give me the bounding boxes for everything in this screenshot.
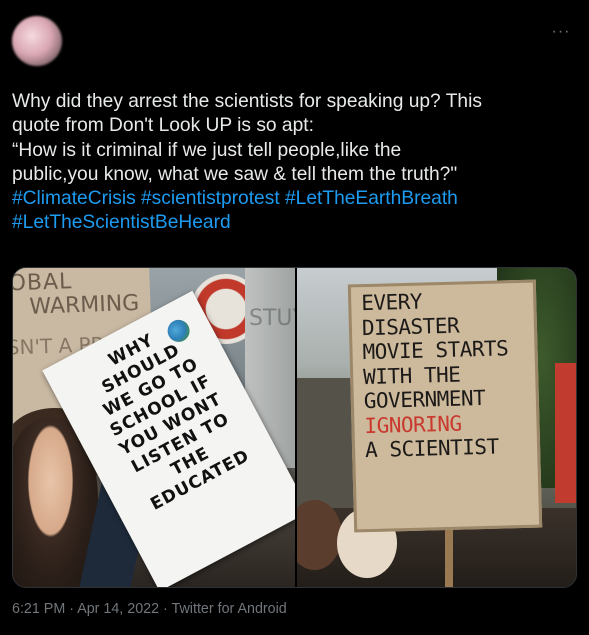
more-horizontal-icon[interactable]: ··· <box>549 22 573 42</box>
avatar[interactable] <box>12 16 62 66</box>
media-grid: OBAL WARMING SN'T A PRE STUYOUNON WHY SH… <box>12 267 577 588</box>
red-sign <box>555 363 576 503</box>
meta-separator: · <box>69 601 78 617</box>
hashtag-link[interactable]: #LetTheScientistBeHeard <box>12 212 231 233</box>
tweet-date[interactable]: Apr 14, 2022 <box>77 601 159 617</box>
meta-separator: · <box>163 601 172 617</box>
sign-stick <box>445 528 453 587</box>
tweet-text: Why did they arrest the scientists for s… <box>12 90 577 236</box>
hashtag-link[interactable]: #ClimateCrisis <box>12 188 136 209</box>
photo-right[interactable]: EVERY DISASTER MOVIE STARTS WITH THE GOV… <box>297 268 576 587</box>
tweet-line: “How is it criminal if we just tell peop… <box>12 139 402 161</box>
hashtag-link[interactable]: #LetTheEarthBreath <box>285 188 458 209</box>
tweet-time[interactable]: 6:21 PM <box>12 601 65 617</box>
tweet-line: public,you know, what we saw & tell them… <box>12 163 458 185</box>
tweet-line: quote from Don't Look UP is so apt: <box>12 115 314 137</box>
tweet-source: Twitter for Android <box>171 601 287 617</box>
cardboard-sign-text: EVERY DISASTER MOVIE STARTS WITH THE GOV… <box>360 289 509 463</box>
tweet-meta: 6:21 PM · Apr 14, 2022 · Twitter for And… <box>12 601 287 617</box>
hashtags-line: #ClimateCrisis #scientistprotest #LetThe… <box>12 187 577 211</box>
hashtag-link[interactable]: #scientistprotest <box>141 188 280 209</box>
hashtags-line: #LetTheScientistBeHeard <box>12 211 577 235</box>
cardboard-sign: EVERY DISASTER MOVIE STARTS WITH THE GOV… <box>347 279 543 533</box>
photo-left[interactable]: OBAL WARMING SN'T A PRE STUYOUNON WHY SH… <box>13 268 295 587</box>
tweet-line: Why did they arrest the scientists for s… <box>12 91 482 112</box>
